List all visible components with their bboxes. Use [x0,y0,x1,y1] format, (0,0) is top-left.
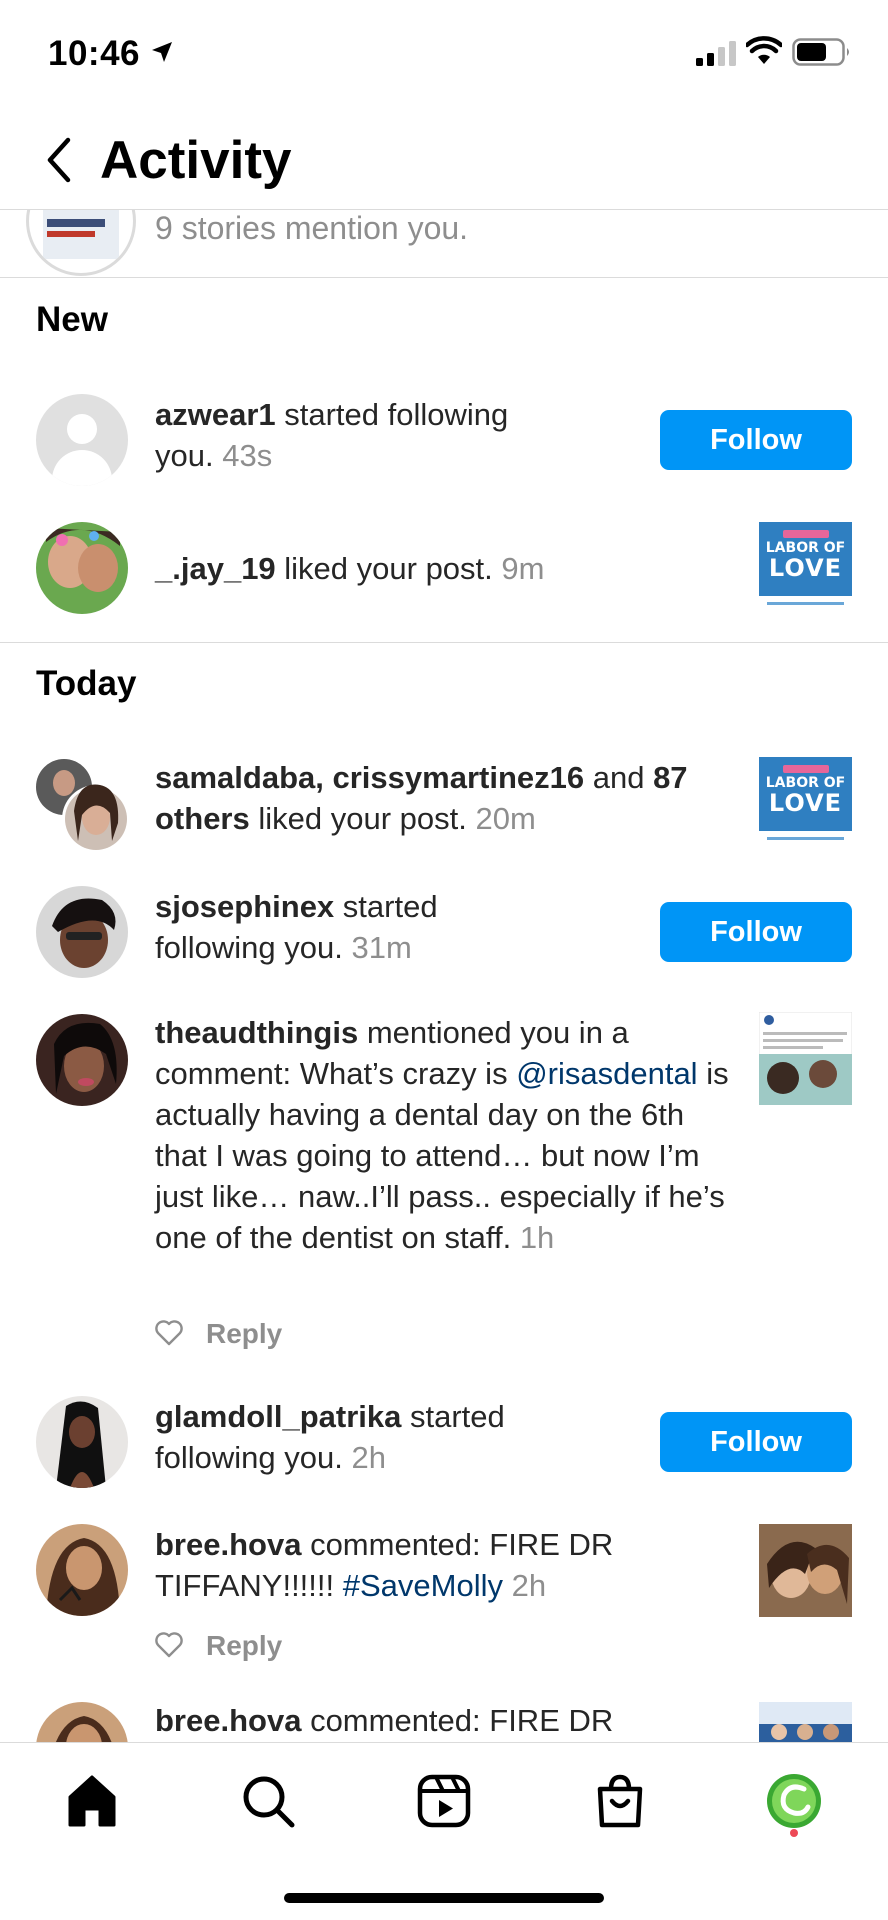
follow-button[interactable]: Follow [660,410,852,470]
username[interactable]: samaldaba [155,760,315,795]
username[interactable]: theaudthingis [155,1015,358,1050]
location-arrow-icon [152,42,172,62]
avatar[interactable] [36,1014,128,1106]
username[interactable]: bree.hova [155,1703,301,1738]
profile-icon[interactable] [764,1771,824,1831]
story-mentions-row[interactable]: 9 stories mention you. [0,210,888,278]
heart-icon[interactable] [155,1320,183,1346]
reply-button[interactable]: Reply [206,1318,282,1350]
back-chevron-icon[interactable] [40,134,80,186]
username[interactable]: sjosephinex [155,889,334,924]
post-thumbnail[interactable] [759,1702,852,1742]
page-title: Activity [100,131,292,190]
activity-text: samaldaba, crissymartinez16 and 87 other… [155,760,688,836]
search-icon[interactable] [238,1771,298,1831]
activity-item-comment[interactable]: bree.hova commented: FIRE DR [0,1700,888,1742]
username[interactable]: crissymartinez16 [333,760,585,795]
post-thumbnail[interactable]: LABOR OF LOVE [759,522,852,615]
post-thumbnail[interactable] [759,1012,852,1105]
activity-text: sjosephinex started following you. 31m [155,889,438,965]
mention-link[interactable]: @risasdental [516,1056,697,1091]
username[interactable]: _.jay_19 [155,551,276,586]
activity-item-comment[interactable]: bree.hova commented: FIRE DR TIFFANY!!!!… [0,1522,888,1672]
home-indicator [284,1893,604,1903]
status-bar: 10:46 [0,0,888,110]
story-mentions-text: 9 stories mention you. [155,210,469,246]
activity-item-follow[interactable]: azwear1 started following you. 43s Follo… [0,390,888,490]
avatar[interactable] [36,522,128,614]
activity-text: azwear1 started following you. 43s [155,397,509,473]
section-title-new: New [36,300,108,339]
activity-text: bree.hova commented: FIRE DR [155,1703,614,1738]
battery-icon [792,38,849,66]
follow-button[interactable]: Follow [660,1412,852,1472]
shop-icon[interactable] [590,1771,650,1831]
timestamp: 2h [511,1568,547,1603]
activity-text: theaudthingis mentioned you in a comment… [155,1015,729,1255]
activity-item-follow[interactable]: sjosephinex started following you. 31m F… [0,884,888,984]
timestamp: 20m [475,801,536,836]
timestamp: 1h [519,1220,555,1255]
story-mention-thumbnail [26,210,136,276]
post-thumbnail[interactable] [759,1524,852,1617]
activity-header: Activity [0,110,888,210]
reels-icon[interactable] [414,1771,474,1831]
timestamp: 9m [501,551,545,586]
divider [0,642,888,643]
activity-item-like-group[interactable]: samaldaba, crissymartinez16 and 87 other… [0,755,888,855]
avatar[interactable] [36,886,128,978]
notification-dot [790,1829,798,1837]
activity-item-follow[interactable]: glamdoll_patrika started following you. … [0,1394,888,1494]
hashtag-link[interactable]: #SaveMolly [343,1568,503,1603]
avatar[interactable] [36,1396,128,1488]
avatar[interactable] [36,1524,128,1616]
username[interactable]: bree.hova [155,1527,301,1562]
activity-text: glamdoll_patrika started following you. … [155,1399,505,1475]
timestamp: 31m [351,930,412,965]
bottom-tab-bar [0,1742,888,1920]
timestamp: 43s [222,438,273,473]
avatar[interactable] [36,1702,128,1742]
activity-text: _.jay_19 liked your post. 9m [155,551,545,586]
home-icon[interactable] [62,1771,122,1831]
avatar[interactable] [36,394,128,486]
activity-text: bree.hova commented: FIRE DR TIFFANY!!!!… [155,1527,614,1603]
activity-item-mention[interactable]: theaudthingis mentioned you in a comment… [0,1012,888,1362]
status-time: 10:46 [48,34,141,73]
reply-button[interactable]: Reply [206,1630,282,1662]
wifi-icon [746,36,782,64]
post-thumbnail[interactable]: LABOR OF LOVE [759,757,852,850]
timestamp: 2h [351,1440,386,1475]
stacked-avatars[interactable] [34,757,130,853]
cellular-signal-icon [696,41,736,66]
username[interactable]: glamdoll_patrika [155,1399,401,1434]
follow-button[interactable]: Follow [660,902,852,962]
heart-icon[interactable] [155,1632,183,1658]
username[interactable]: azwear1 [155,397,276,432]
activity-item-like[interactable]: _.jay_19 liked your post. 9m LABOR OF LO… [0,520,888,620]
section-title-today: Today [36,664,137,703]
